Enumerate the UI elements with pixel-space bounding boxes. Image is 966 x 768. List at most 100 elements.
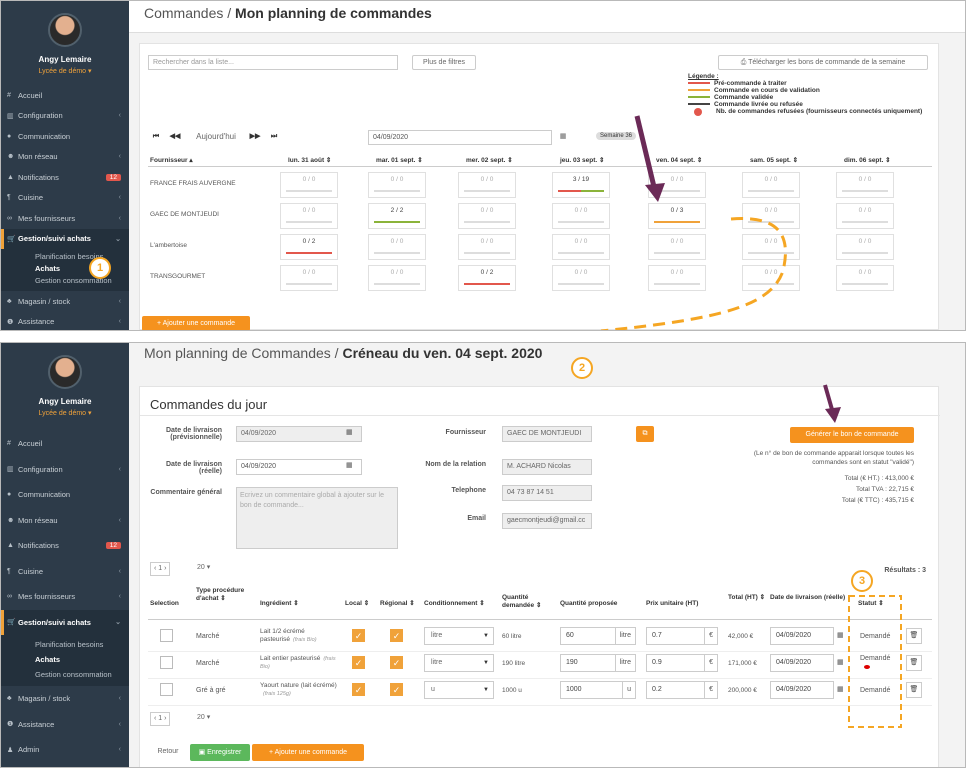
sidebar-item-gestion[interactable]: 🛒 Gestion/suivi achats ⌄ (1, 228, 129, 249)
column-header[interactable]: Date de livraison (réelle) (770, 594, 850, 602)
sidebar-item-cuisine[interactable]: ¶ Cuisine ‹ (1, 559, 129, 585)
last-week-button[interactable]: ⏭ (268, 130, 280, 143)
planning-cell[interactable]: 0 / 0 (280, 203, 338, 229)
date-input[interactable]: 04/09/2020 (368, 130, 552, 145)
planning-cell[interactable]: 0 / 0 (836, 203, 894, 229)
sidebar-item-admin[interactable]: ♟ Admin ‹ (1, 737, 129, 763)
packaging-select[interactable]: litre ▼ (424, 654, 494, 672)
select-checkbox[interactable] (160, 683, 173, 696)
qty-proposed-input[interactable]: 60 litre (560, 627, 636, 645)
pagination[interactable]: ‹ 1 › (150, 562, 171, 576)
delivery-date-input[interactable]: 04/09/2020 (770, 654, 834, 672)
sidebar-item-notifications[interactable]: ▲ Notifications 12 (1, 533, 129, 559)
pagination-bottom[interactable]: ‹ 1 › (150, 712, 171, 726)
unit-price-input[interactable]: 0.9 € (646, 654, 718, 672)
add-order-button[interactable]: + Ajouter une commande (142, 316, 250, 330)
sidebar-item-configuration[interactable]: ▥ Configuration ‹ (1, 457, 129, 483)
column-header[interactable]: ven. 04 sept. ⇕ (656, 156, 702, 164)
delivery-date-input[interactable]: 04/09/2020 (770, 681, 834, 699)
calendar-icon[interactable]: ▦ (346, 461, 353, 469)
planning-cell[interactable]: 0 / 0 (280, 172, 338, 198)
per-page-select-bottom[interactable]: 20 ▾ (194, 712, 236, 726)
column-header[interactable]: Selection (150, 600, 190, 608)
column-header[interactable]: Prix unitaire (HT) (646, 600, 722, 608)
column-header[interactable]: Type procédure d'achat ⇕ (196, 587, 256, 603)
qty-proposed-input[interactable]: 1000 u (560, 681, 636, 699)
sidebar-item-assistance[interactable]: ❶ Assistance ‹ (1, 712, 129, 738)
planning-cell[interactable]: 0 / 0 (458, 203, 516, 229)
column-header[interactable]: jeu. 03 sept. ⇕ (560, 156, 604, 164)
column-header[interactable]: Statut ⇕ (858, 600, 898, 608)
copy-icon[interactable]: ⧉ (636, 426, 654, 442)
download-week-button[interactable]: ⎙ Télécharger les bons de commande de la… (718, 55, 928, 70)
calendar-icon[interactable]: ▦ (837, 658, 844, 666)
planning-cell[interactable]: 0 / 0 (742, 265, 800, 291)
sidebar-item-cuisine[interactable]: ¶ Cuisine ‹ (1, 188, 129, 209)
planning-cell[interactable]: 0 / 0 (836, 234, 894, 260)
calendar-icon[interactable]: ▦ (837, 685, 844, 693)
calendar-icon[interactable]: ▦ (556, 130, 570, 145)
column-header[interactable]: Local ⇕ (345, 600, 379, 608)
regional-checkbox[interactable]: ✓ (390, 629, 403, 642)
column-header[interactable]: mar. 01 sept. ⇕ (376, 156, 423, 164)
calendar-icon[interactable]: ▦ (346, 428, 353, 436)
planning-cell[interactable]: 0 / 0 (836, 265, 894, 291)
column-header[interactable]: mer. 02 sept. ⇕ (466, 156, 513, 164)
local-checkbox[interactable]: ✓ (352, 683, 365, 696)
planning-cell[interactable]: 0 / 0 (742, 234, 800, 260)
sidebar-item-gestion[interactable]: 🛒 Gestion/suivi achats ⌄ (1, 609, 129, 635)
qty-proposed-input[interactable]: 190 litre (560, 654, 636, 672)
generate-order-button[interactable]: Générer le bon de commande (790, 427, 914, 443)
planning-cell[interactable]: 0 / 0 (458, 234, 516, 260)
more-filters-button[interactable]: Plus de filtres (412, 55, 476, 70)
planning-cell[interactable]: 0 / 2 (280, 234, 338, 260)
delivery-date-input[interactable]: 04/09/2020 (770, 627, 834, 645)
planning-cell[interactable]: 2 / 2 (368, 203, 426, 229)
planning-cell[interactable]: 0 / 0 (742, 172, 800, 198)
planning-cell[interactable]: 0 / 0 (280, 265, 338, 291)
planning-cell[interactable]: 0 / 2 (458, 265, 516, 291)
regional-checkbox[interactable]: ✓ (390, 683, 403, 696)
column-header[interactable]: Régional ⇕ (380, 600, 424, 608)
planning-cell[interactable]: 0 / 0 (648, 172, 706, 198)
submenu-item-0[interactable]: Planification besoins (1, 251, 129, 263)
sidebar-item-magasin-stock[interactable]: ♣ Magasin / stock ‹ (1, 686, 129, 712)
sidebar-item-accueil[interactable]: # Accueil (1, 85, 129, 106)
planning-cell[interactable]: 0 / 0 (648, 265, 706, 291)
sidebar-item-accueil[interactable]: # Accueil (1, 431, 129, 457)
column-header[interactable]: lun. 31 août ⇕ (288, 156, 331, 164)
column-header[interactable]: Quantité proposée (560, 600, 640, 608)
delivery-prev-input[interactable]: 04/09/2020 (236, 426, 362, 442)
planning-cell[interactable]: 0 / 0 (368, 234, 426, 260)
today-button[interactable]: Aujourd'hui (190, 130, 242, 143)
planning-cell[interactable]: 0 / 0 (836, 172, 894, 198)
planning-cell[interactable]: 0 / 0 (648, 234, 706, 260)
regional-checkbox[interactable]: ✓ (390, 656, 403, 669)
sidebar-item-communication[interactable]: ● Communication (1, 126, 129, 147)
unit-price-input[interactable]: 0.2 € (646, 681, 718, 699)
school-dropdown[interactable]: Lycée de démo ▾ (1, 67, 129, 75)
trash-icon[interactable]: 🗑 (906, 655, 922, 671)
planning-cell[interactable]: 0 / 0 (368, 265, 426, 291)
submenu-item-1[interactable]: Achats (1, 652, 129, 667)
submenu-item-2[interactable]: Gestion consommation (1, 275, 129, 287)
sidebar-item-mes-fournisseurs[interactable]: ∞ Mes fournisseurs ‹ (1, 208, 129, 229)
comment-textarea[interactable]: Ecrivez un commentaire global à ajouter … (236, 487, 398, 549)
next-week-button[interactable]: ▶▶ (248, 130, 262, 143)
column-header[interactable]: Fournisseur ▴ (150, 156, 193, 164)
column-header[interactable]: Conditionnement ⇕ (424, 600, 498, 608)
sidebar-item-configuration[interactable]: ▥ Configuration ‹ (1, 106, 129, 127)
save-button[interactable]: ▣ Enregistrer (190, 744, 250, 761)
back-button[interactable]: Retour (148, 744, 188, 761)
packaging-select[interactable]: litre ▼ (424, 627, 494, 645)
planning-cell[interactable]: 0 / 0 (368, 172, 426, 198)
school-dropdown[interactable]: Lycée de démo ▾ (1, 409, 129, 417)
select-checkbox[interactable] (160, 656, 173, 669)
local-checkbox[interactable]: ✓ (352, 629, 365, 642)
first-week-button[interactable]: ⏮ (150, 130, 162, 143)
calendar-icon[interactable]: ▦ (837, 631, 844, 639)
planning-cell[interactable]: 0 / 0 (552, 234, 610, 260)
planning-cell[interactable]: 0 / 0 (552, 203, 610, 229)
planning-cell[interactable]: 0 / 0 (458, 172, 516, 198)
planning-cell[interactable]: 3 / 19 (552, 172, 610, 198)
